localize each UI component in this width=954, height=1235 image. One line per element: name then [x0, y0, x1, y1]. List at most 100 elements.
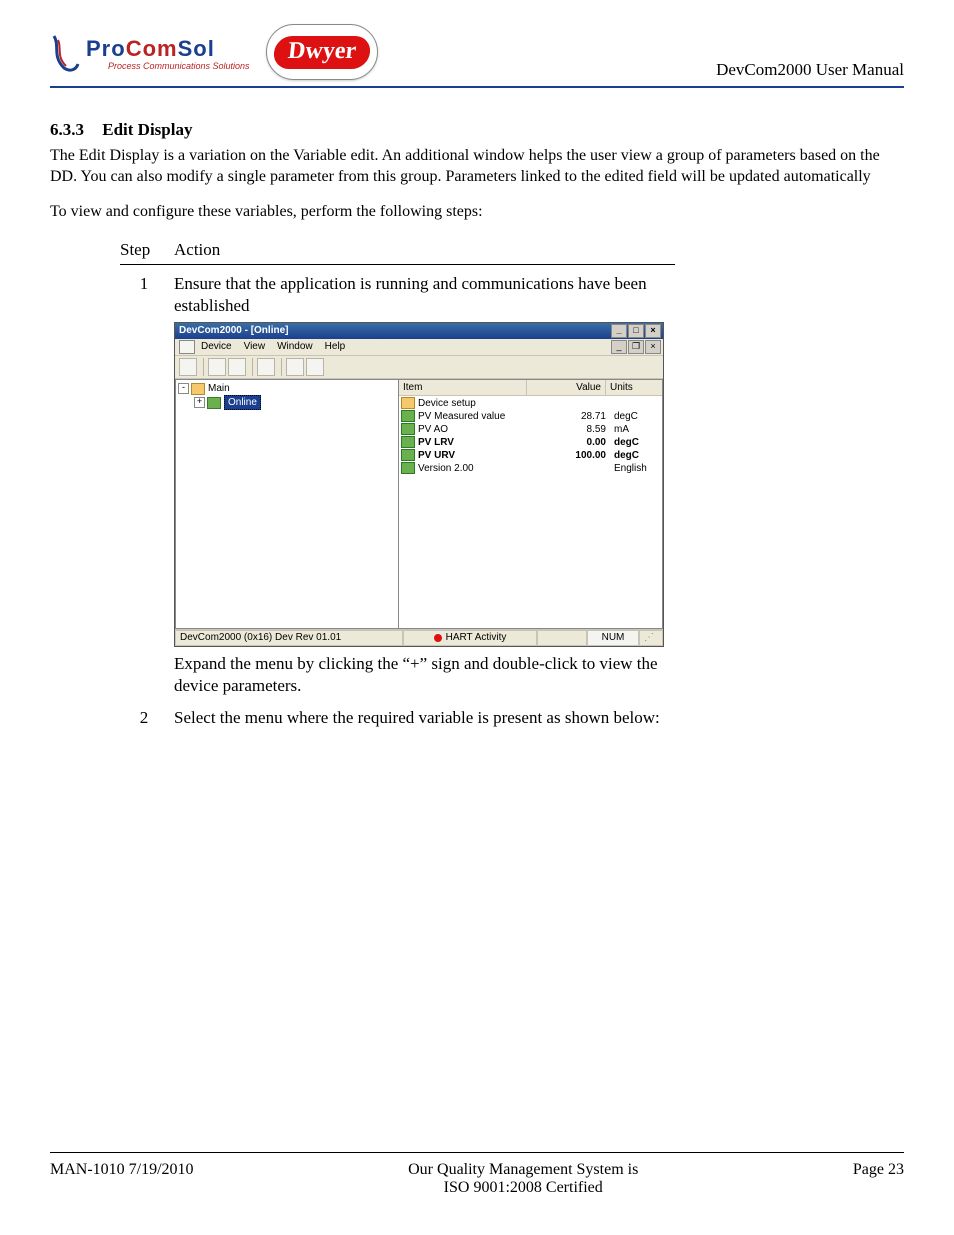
list-item-units: mA — [610, 423, 662, 436]
activity-indicator-icon — [434, 634, 442, 642]
step-2-number: 2 — [120, 699, 174, 731]
list-item-name: PV LRV — [418, 436, 536, 449]
step-1-post: Expand the menu by clicking the “+” sign… — [174, 653, 669, 697]
page-header: ProComSol Process Communications Solutio… — [50, 24, 904, 88]
list-item[interactable]: PV LRV0.00degC — [399, 436, 662, 449]
toolbar-button[interactable] — [257, 358, 275, 376]
col-units-header[interactable]: Units — [606, 380, 662, 395]
tree-online-row[interactable]: + Online — [178, 396, 396, 410]
col-header-step: Step — [120, 236, 174, 265]
procomsol-wordmark: ProComSol — [86, 38, 250, 60]
dwyer-logo: Dwyer — [266, 24, 378, 80]
list-body: Device setupPV Measured value28.71degCPV… — [399, 396, 662, 628]
list-item[interactable]: Version 2.00 English — [399, 462, 662, 475]
mdi-system-icon[interactable] — [179, 340, 195, 354]
menu-view[interactable]: View — [244, 340, 266, 353]
mdi-restore-icon[interactable]: ❐ — [628, 340, 644, 354]
menu-help[interactable]: Help — [325, 340, 346, 353]
tree-pane[interactable]: - Main + Online — [175, 379, 399, 629]
list-item-value: 100.00 — [536, 449, 610, 462]
list-item-value: 8.59 — [536, 423, 610, 436]
list-item-name: PV AO — [418, 423, 536, 436]
dwyer-wordmark: Dwyer — [272, 36, 371, 69]
app-titlebar: DevCom2000 - [Online] _ □ × — [175, 323, 663, 339]
list-item-units: degC — [610, 410, 662, 423]
folder-icon — [191, 383, 205, 395]
maximize-icon[interactable]: □ — [628, 324, 644, 338]
list-item-units: degC — [610, 436, 662, 449]
parameter-icon — [401, 410, 415, 422]
document-title: DevCom2000 User Manual — [716, 60, 904, 80]
menu-device[interactable]: Device — [201, 340, 232, 353]
footer-center-line2: ISO 9001:2008 Certified — [194, 1179, 853, 1197]
section-heading: 6.3.3 Edit Display — [50, 120, 904, 140]
col-item-header[interactable]: Item — [399, 380, 527, 395]
status-left: DevCom2000 (0x16) Dev Rev 01.01 — [175, 630, 403, 646]
mdi-minimize-icon[interactable]: _ — [611, 340, 627, 354]
intro-paragraph-2: To view and configure these variables, p… — [50, 202, 904, 223]
window-buttons: _ □ × — [611, 324, 661, 338]
status-numlock: NUM — [587, 630, 639, 646]
tree-root-row[interactable]: - Main — [178, 382, 396, 396]
list-item-name: Device setup — [418, 397, 536, 410]
resize-grip-icon[interactable]: ⋰ — [639, 630, 663, 646]
toolbar-button[interactable] — [179, 358, 197, 376]
procomsol-logo: ProComSol Process Communications Solutio… — [50, 34, 250, 74]
logo-group: ProComSol Process Communications Solutio… — [50, 24, 378, 84]
col-header-action: Action — [174, 236, 675, 265]
list-item[interactable]: PV Measured value28.71degC — [399, 410, 662, 423]
parameter-icon — [401, 449, 415, 461]
section-title: Edit Display — [102, 120, 192, 139]
step-2-action: Select the menu where the required varia… — [174, 699, 675, 731]
page-footer: MAN-1010 7/19/2010 Our Quality Managemen… — [50, 1152, 904, 1197]
toolbar-button[interactable] — [306, 358, 324, 376]
steps-table: Step Action 1 Ensure that the applicatio… — [120, 236, 675, 730]
list-item[interactable]: PV URV100.00degC — [399, 449, 662, 462]
status-spacer — [537, 630, 587, 646]
menu-window[interactable]: Window — [277, 340, 313, 353]
close-icon[interactable]: × — [645, 324, 661, 338]
collapse-icon[interactable]: - — [178, 383, 189, 394]
device-node-icon — [207, 397, 221, 409]
list-item-name: PV URV — [418, 449, 536, 462]
intro-paragraph-1: The Edit Display is a variation on the V… — [50, 146, 904, 188]
list-item[interactable]: PV AO8.59mA — [399, 423, 662, 436]
toolbar — [175, 356, 663, 379]
procomsol-swoosh-icon — [50, 34, 80, 74]
list-item-name: PV Measured value — [418, 410, 536, 423]
app-title: DevCom2000 - [Online] — [179, 324, 288, 337]
list-item-name: Version 2.00 — [418, 462, 536, 475]
footer-center-line1: Our Quality Management System is — [194, 1161, 853, 1179]
list-item-value: 28.71 — [536, 410, 610, 423]
list-item-units: English — [610, 462, 662, 475]
devcom-screenshot: DevCom2000 - [Online] _ □ × Device View … — [174, 322, 664, 647]
status-bar: DevCom2000 (0x16) Dev Rev 01.01 HART Act… — [175, 629, 663, 646]
step-1-cell: Ensure that the application is running a… — [174, 265, 675, 699]
step-1-action: Ensure that the application is running a… — [174, 273, 669, 317]
tree-root-label: Main — [208, 382, 230, 395]
parameter-icon — [401, 423, 415, 435]
toolbar-button[interactable] — [208, 358, 226, 376]
toolbar-button[interactable] — [286, 358, 304, 376]
status-activity: HART Activity — [403, 630, 537, 646]
list-item[interactable]: Device setup — [399, 397, 662, 410]
status-activity-label: HART Activity — [446, 631, 507, 644]
tree-online-label: Online — [224, 395, 261, 410]
parameter-icon — [401, 436, 415, 448]
list-item-value: 0.00 — [536, 436, 610, 449]
footer-center: Our Quality Management System is ISO 900… — [194, 1161, 853, 1197]
expand-icon[interactable]: + — [194, 397, 205, 408]
parameter-icon — [401, 462, 415, 474]
mdi-close-icon[interactable]: × — [645, 340, 661, 354]
list-item-units: degC — [610, 449, 662, 462]
toolbar-button[interactable] — [228, 358, 246, 376]
list-header: Item Value Units — [399, 380, 662, 396]
menu-bar: Device View Window Help _ ❐ × — [175, 339, 663, 356]
footer-left: MAN-1010 7/19/2010 — [50, 1161, 194, 1179]
col-value-header[interactable]: Value — [527, 380, 606, 395]
minimize-icon[interactable]: _ — [611, 324, 627, 338]
step-1-number: 1 — [120, 265, 174, 699]
section-number: 6.3.3 — [50, 120, 84, 139]
footer-right: Page 23 — [853, 1161, 904, 1179]
list-pane[interactable]: Item Value Units Device setupPV Measured… — [399, 379, 663, 629]
